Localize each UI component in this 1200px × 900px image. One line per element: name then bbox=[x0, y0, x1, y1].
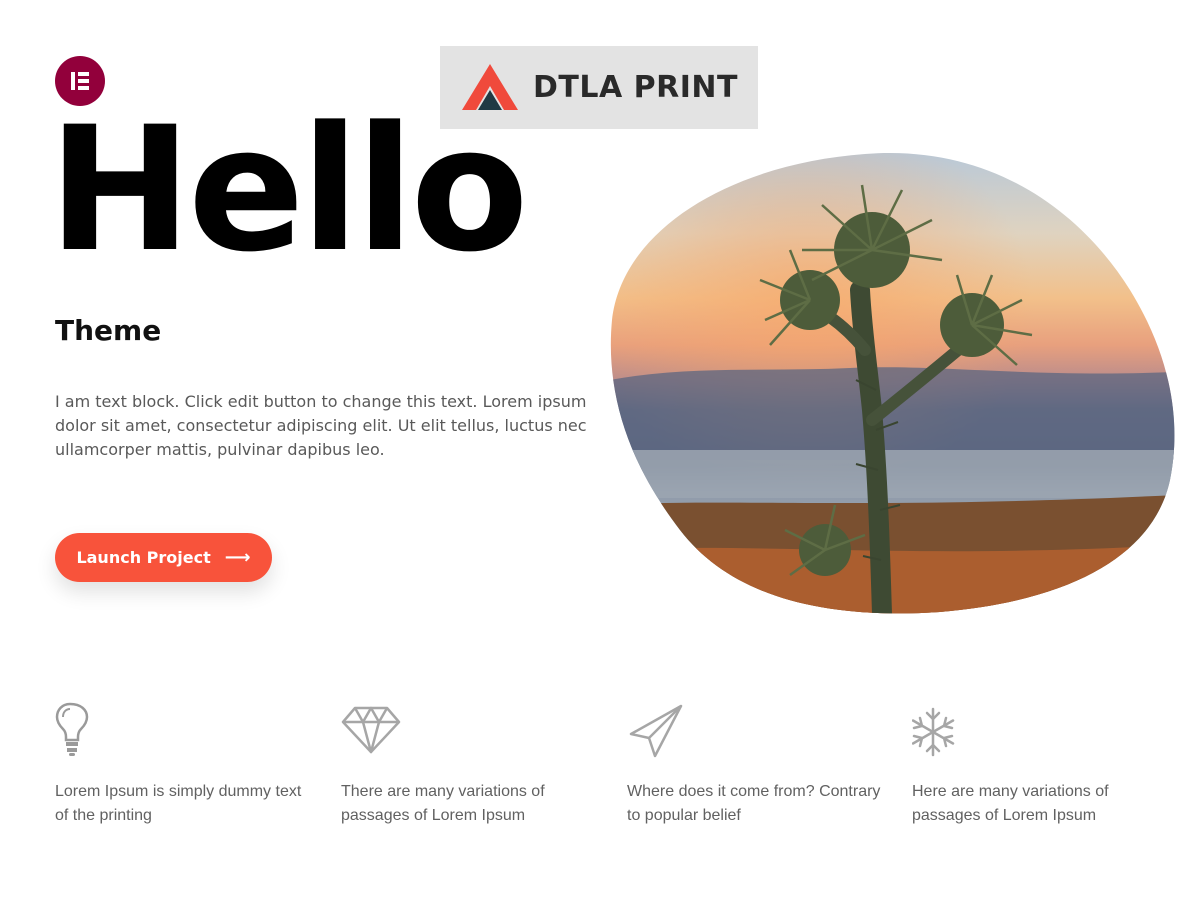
cactus-sunset-photo bbox=[610, 152, 1175, 614]
brand-name: DTLA PRINT bbox=[533, 70, 738, 105]
feature-item: There are many variations of passages of… bbox=[341, 700, 601, 828]
feature-item: Lorem Ipsum is simply dummy text of the … bbox=[55, 700, 315, 828]
feature-text: Here are many variations of passages of … bbox=[912, 783, 1109, 824]
paper-plane-icon bbox=[629, 704, 683, 758]
feature-item: Here are many variations of passages of … bbox=[912, 700, 1172, 828]
lightbulb-icon bbox=[55, 702, 89, 756]
feature-text: Lorem Ipsum is simply dummy text of the … bbox=[55, 783, 302, 824]
launch-project-button[interactable]: Launch Project ⟶ bbox=[55, 533, 272, 582]
landing-page: DTLA PRINT Hello Theme I am text block. … bbox=[0, 0, 1200, 900]
arrow-right-icon: ⟶ bbox=[224, 546, 251, 568]
feature-text: There are many variations of passages of… bbox=[341, 783, 545, 824]
feature-text: Where does it come from? Contrary to pop… bbox=[627, 783, 881, 824]
hero-text-block: I am text block. Click edit button to ch… bbox=[55, 392, 587, 459]
hero-title: Hello bbox=[48, 89, 529, 290]
feature-item: Where does it come from? Contrary to pop… bbox=[627, 700, 887, 828]
snowflake-icon bbox=[912, 707, 955, 757]
diamond-icon bbox=[341, 706, 401, 754]
hero-subtitle: Theme bbox=[55, 314, 162, 347]
launch-project-label: Launch Project bbox=[76, 548, 211, 567]
